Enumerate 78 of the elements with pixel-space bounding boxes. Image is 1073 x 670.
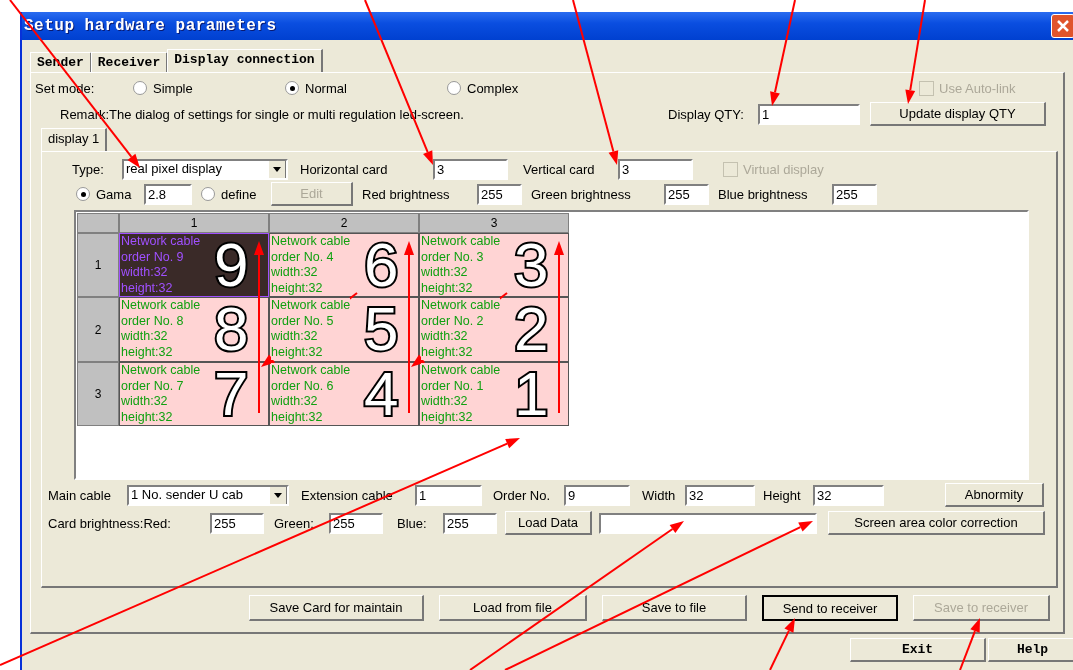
radio-button[interactable] (285, 81, 299, 95)
radio-label: Normal (305, 80, 348, 96)
annotation-arrow (959, 618, 980, 670)
column-header: 3 (419, 213, 569, 233)
checkbox-label: Virtual display (743, 161, 824, 177)
footer-button[interactable]: Help (988, 638, 1073, 662)
footer-button[interactable]: Exit (850, 638, 986, 662)
main-cable-dropdown[interactable]: 1 No. sender U cab (127, 484, 289, 506)
width-field[interactable]: 32 (685, 484, 755, 506)
main-cable-label: Main cable (48, 487, 112, 503)
card-brightness-field[interactable]: 255 (210, 512, 264, 534)
caret-icon (273, 166, 281, 172)
card-brightness-label: Card brightness:Red: (48, 515, 172, 531)
annotation-number: 5 (364, 299, 399, 359)
close-button[interactable] (1051, 14, 1073, 38)
load-data-button[interactable]: Load Data (505, 511, 592, 535)
radio-button[interactable] (76, 187, 90, 201)
tab[interactable]: display 1 (41, 128, 108, 151)
brightness-label: Green brightness (530, 186, 632, 202)
checkbox-label: Use Auto-link (939, 80, 1016, 96)
card-brightness-field[interactable]: 255 (443, 512, 497, 534)
tab[interactable]: Receiver (90, 52, 169, 72)
row-header: 1 (77, 233, 119, 297)
vertical-card-label: Vertical card (522, 161, 596, 177)
card-brightness-label: Green: (273, 515, 315, 531)
close-icon (1057, 20, 1069, 32)
card-brightness-field[interactable]: 255 (329, 512, 383, 534)
caret-icon (274, 492, 282, 498)
order-no-label: Order No. (492, 487, 552, 503)
row-header: 3 (77, 362, 119, 426)
brightness-field[interactable]: 255 (477, 183, 522, 205)
width-label: Width (641, 487, 677, 503)
radio-button[interactable] (447, 81, 461, 95)
radio-label: Gama (96, 186, 133, 202)
row-header: 2 (77, 297, 119, 362)
column-header: 1 (119, 213, 269, 233)
action-button[interactable]: Load from file (439, 595, 587, 621)
radio-label: Complex (467, 80, 520, 96)
card-brightness-label: Blue: (396, 515, 428, 531)
horizontal-card-field[interactable]: 3 (433, 158, 508, 180)
display-qty-label: Display QTY: (668, 106, 745, 122)
action-button[interactable]: Save to file (602, 595, 747, 621)
extension-cable-field[interactable]: 1 (415, 484, 482, 506)
type-dropdown[interactable]: real pixel display (122, 158, 288, 180)
brightness-field[interactable]: 255 (832, 183, 877, 205)
annotation-number: 9 (214, 235, 249, 295)
annotation-number: 2 (514, 299, 549, 359)
radio-button[interactable] (201, 187, 215, 201)
type-label: Type: (72, 161, 105, 177)
annotation-number: 4 (364, 364, 399, 424)
annotation-number: 8 (214, 299, 249, 359)
radio-button[interactable] (133, 81, 147, 95)
annotation-number: 3 (514, 235, 549, 295)
action-button[interactable]: Send to receiver (762, 595, 898, 621)
column-header: 2 (269, 213, 419, 233)
brightness-label: Blue brightness (717, 186, 809, 202)
abnormity-button[interactable]: Abnormity (945, 483, 1044, 507)
brightness-field[interactable]: 255 (664, 183, 709, 205)
radio-label: Simple (153, 80, 194, 96)
action-button[interactable]: Save Card for maintain (249, 595, 424, 621)
annotation-number: 6 (364, 235, 399, 295)
color-correction-button[interactable]: Screen area color correction (828, 511, 1045, 535)
update-display-qty-button[interactable]: Update display QTY (870, 102, 1046, 126)
load-data-field[interactable] (599, 512, 817, 534)
tab[interactable]: Display connection (167, 49, 323, 72)
radio-label: define (221, 186, 258, 202)
vertical-card-field[interactable]: 3 (618, 158, 693, 180)
annotation-number: 1 (514, 364, 549, 424)
horizontal-card-label: Horizontal card (299, 161, 389, 177)
display-qty-field[interactable]: 1 (758, 103, 860, 125)
gamma-field[interactable]: 2.8 (144, 183, 192, 205)
height-label: Height (762, 487, 802, 503)
order-no-field[interactable]: 9 (564, 484, 630, 506)
corner-cell (77, 213, 119, 233)
grid-cell[interactable]: Network cable order No. 9 width:32 height:32 9 (119, 233, 269, 297)
annotation-number: 7 (214, 364, 249, 424)
height-field[interactable]: 32 (813, 484, 884, 506)
brightness-label: Red brightness (361, 186, 451, 202)
